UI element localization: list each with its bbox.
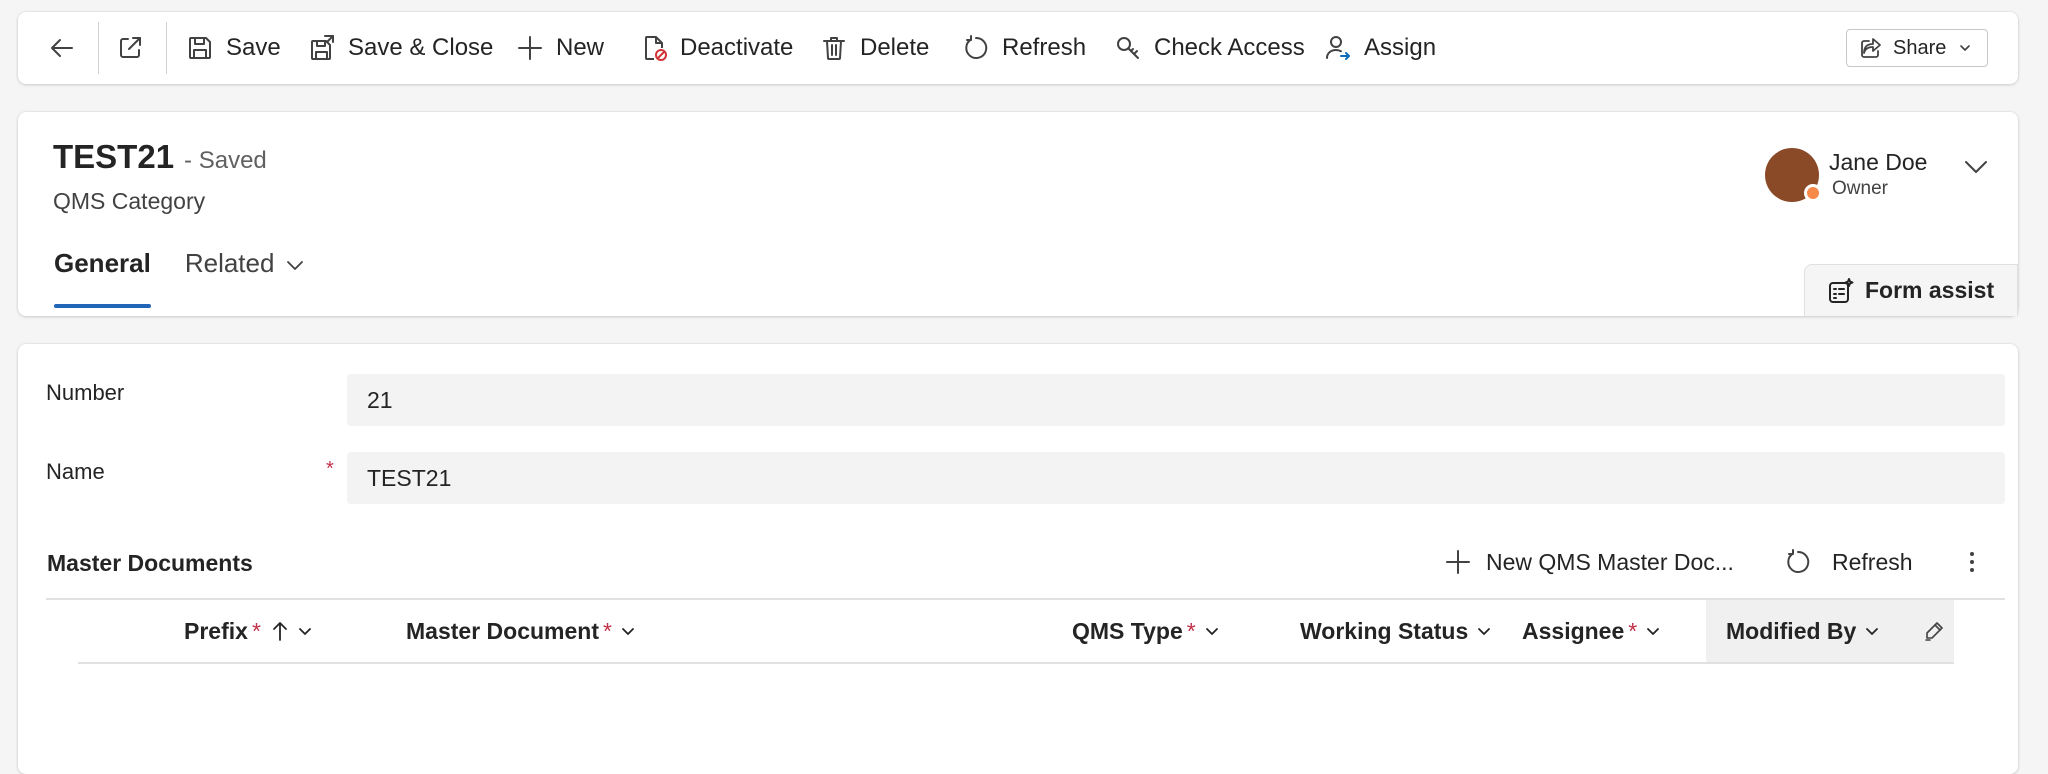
owner-name[interactable]: Jane Doe xyxy=(1829,148,1927,177)
tab-related-label: Related xyxy=(184,248,275,278)
column-label: QMS Type xyxy=(1072,617,1183,644)
required-indicator: * xyxy=(326,458,334,480)
check-access-label: Check Access xyxy=(1154,34,1305,61)
name-field[interactable]: TEST21 xyxy=(347,452,2005,504)
save-icon xyxy=(189,37,211,59)
deactivate-label: Deactivate xyxy=(680,34,794,61)
refresh-icon xyxy=(965,35,988,59)
check-access-button[interactable]: Check Access xyxy=(1114,12,1305,84)
assign-label: Assign xyxy=(1364,34,1437,61)
trash-icon xyxy=(823,37,845,60)
form-assist-sparkle-icon xyxy=(1829,277,1854,303)
column-label: Master Document xyxy=(406,617,599,644)
back-button[interactable] xyxy=(48,12,76,84)
refresh-label: Refresh xyxy=(1002,34,1087,61)
delete-button[interactable]: Delete xyxy=(820,12,929,84)
separator xyxy=(98,22,99,74)
back-arrow-icon xyxy=(51,39,73,57)
column-header-working-status[interactable]: Working Status xyxy=(1300,600,1492,662)
open-new-window-icon xyxy=(120,37,141,58)
form-assist-button[interactable]: Form assist xyxy=(1804,264,2018,316)
refresh-icon xyxy=(1787,549,1810,573)
presence-indicator xyxy=(1804,184,1822,202)
edit-columns-icon[interactable] xyxy=(1922,619,1946,643)
share-icon xyxy=(1861,38,1881,58)
tab-general-label: General xyxy=(54,248,151,278)
save-and-close-button[interactable]: Save & Close xyxy=(308,12,493,84)
column-header-prefix[interactable]: Prefix * xyxy=(184,600,313,662)
tab-general[interactable]: General xyxy=(54,244,151,316)
new-button[interactable]: New xyxy=(516,12,604,84)
owner-text: Jane Doe Owner xyxy=(1829,148,1927,201)
sort-ascending-arrow-icon xyxy=(272,622,287,641)
chevron-down-icon xyxy=(1478,628,1491,635)
avatar[interactable] xyxy=(1765,148,1822,202)
save-close-label: Save & Close xyxy=(348,34,494,61)
column-label: Prefix xyxy=(184,617,248,644)
column-header-master-document[interactable]: Master Document * xyxy=(406,600,636,662)
column-header-modified-by[interactable]: Modified By xyxy=(1706,600,1954,662)
column-label: Working Status xyxy=(1300,617,1469,644)
form-body: Number 21 Name * TEST21 Master Documents… xyxy=(18,344,2018,774)
owner-info[interactable]: Jane Doe Owner xyxy=(1765,148,1927,202)
plus-icon xyxy=(1446,550,1470,574)
chevron-down-icon xyxy=(622,628,634,635)
save-close-icon xyxy=(311,35,334,60)
separator xyxy=(166,22,167,74)
column-label: Modified By xyxy=(1726,617,1857,644)
record-header: TEST21 - Saved QMS Category Jane Doe Own… xyxy=(18,112,2018,316)
key-search-icon xyxy=(1117,37,1139,59)
plus-icon xyxy=(518,36,542,60)
required-indicator: * xyxy=(251,617,261,644)
save-button[interactable]: Save xyxy=(186,12,281,84)
number-field[interactable]: 21 xyxy=(347,374,2005,426)
save-label: Save xyxy=(226,34,281,61)
column-label: Assignee xyxy=(1522,617,1625,644)
new-master-document-button[interactable]: New QMS Master Doc... xyxy=(1444,530,1734,594)
share-label: Share xyxy=(1893,36,1947,59)
chevron-down-icon xyxy=(1647,628,1660,635)
number-field-label: Number xyxy=(46,380,125,405)
save-status: - Saved xyxy=(184,147,267,174)
new-label: New xyxy=(556,34,605,61)
chevron-down-icon xyxy=(1866,628,1879,635)
new-master-document-label: New QMS Master Doc... xyxy=(1486,548,1734,575)
required-indicator: * xyxy=(602,617,612,644)
share-button[interactable]: Share xyxy=(1846,29,1988,67)
deactivate-document-icon xyxy=(645,36,667,61)
tab-related[interactable]: Related xyxy=(185,244,307,316)
entity-name: QMS Category xyxy=(53,188,206,214)
record-title-row: TEST21 - Saved xyxy=(53,138,267,176)
subgrid-refresh-label: Refresh xyxy=(1832,548,1913,575)
header-expand-chevron-icon[interactable] xyxy=(1961,152,1991,182)
delete-label: Delete xyxy=(860,34,930,61)
deactivate-button[interactable]: Deactivate xyxy=(640,12,793,84)
command-bar: Save Save & Close New Deactivate Delete … xyxy=(18,12,2018,84)
assign-person-icon xyxy=(1326,36,1350,60)
more-commands-icon[interactable] xyxy=(1958,548,1986,576)
column-header-qms-type[interactable]: QMS Type * xyxy=(1072,600,1220,662)
name-field-label: Name xyxy=(46,459,105,484)
chevron-down-icon xyxy=(1960,45,1971,51)
grid-header-row: Prefix * Master Document * QMS Type * Wo… xyxy=(78,600,1954,664)
owner-role: Owner xyxy=(1832,177,1888,199)
chevron-down-icon xyxy=(1205,628,1218,635)
required-indicator: * xyxy=(1186,617,1196,644)
form-tabs: General Related xyxy=(54,244,306,316)
subgrid-title: Master Documents xyxy=(47,550,253,576)
required-indicator: * xyxy=(1628,617,1638,644)
chevron-down-icon xyxy=(298,628,311,635)
assign-button[interactable]: Assign xyxy=(1324,12,1436,84)
subgrid-refresh-button[interactable]: Refresh xyxy=(1784,530,1913,594)
column-header-assignee[interactable]: Assignee * xyxy=(1522,600,1661,662)
form-assist-label: Form assist xyxy=(1865,277,1995,303)
open-in-new-window-button[interactable] xyxy=(116,12,144,84)
refresh-button[interactable]: Refresh xyxy=(962,12,1086,84)
chevron-down-icon xyxy=(287,261,304,270)
record-title: TEST21 xyxy=(53,138,175,175)
